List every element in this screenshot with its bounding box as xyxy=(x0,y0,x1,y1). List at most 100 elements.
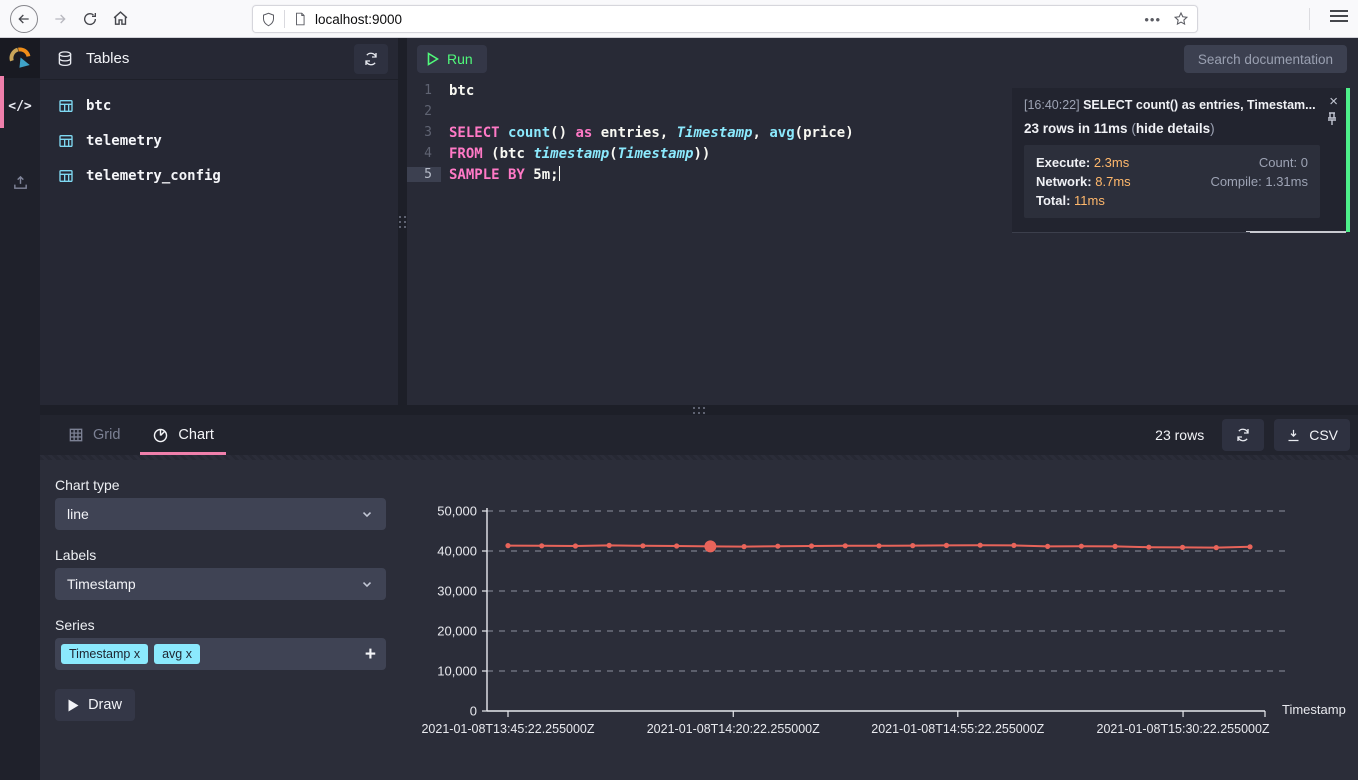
questdb-logo[interactable] xyxy=(0,38,40,78)
csv-label: CSV xyxy=(1309,427,1338,443)
tables-refresh-button[interactable] xyxy=(354,44,388,74)
draw-chart-button[interactable]: Draw xyxy=(55,689,135,721)
table-name: telemetry xyxy=(86,133,162,149)
table-list: btc telemetry telemetry_config xyxy=(40,80,398,193)
run-button-label: Run xyxy=(447,51,473,67)
tab-chart[interactable]: Chart xyxy=(148,415,217,455)
line-chart[interactable]: 010,00020,00030,00040,00050,0002021-01-0… xyxy=(420,503,1358,763)
play-icon xyxy=(427,52,439,66)
tab-grid[interactable]: Grid xyxy=(64,415,124,455)
panel-resize-handle-horizontal[interactable] xyxy=(40,405,1358,415)
divider xyxy=(284,10,285,28)
series-field[interactable]: Timestamp x avg x + xyxy=(55,638,386,670)
compile-label: Compile: xyxy=(1210,174,1261,189)
notification-pin-button[interactable] xyxy=(1326,112,1338,131)
browser-menu-button[interactable] xyxy=(1330,8,1348,29)
text-cursor xyxy=(559,166,561,181)
table-list-item[interactable]: btc xyxy=(40,88,398,123)
hamburger-icon xyxy=(1330,8,1348,24)
pin-icon xyxy=(1326,112,1338,126)
download-csv-button[interactable]: CSV xyxy=(1274,419,1350,451)
code-text: FROM (btc timestamp(Timestamp)) xyxy=(441,146,710,162)
notification-close-button[interactable]: × xyxy=(1329,94,1338,109)
labels-select[interactable]: Timestamp xyxy=(55,568,386,600)
table-name: btc xyxy=(86,98,111,114)
tab-grid-label: Grid xyxy=(93,427,120,443)
shield-icon[interactable] xyxy=(261,12,276,27)
svg-text:30,000: 30,000 xyxy=(437,584,477,599)
download-icon xyxy=(1286,428,1301,443)
drag-dots-icon xyxy=(399,216,406,228)
labels-value: Timestamp xyxy=(67,576,136,592)
execute-value: 2.3ms xyxy=(1094,155,1129,170)
network-value: 8.7ms xyxy=(1095,174,1130,189)
notification-summary: 23 rows in 11ms (hide details) xyxy=(1024,121,1320,136)
table-list-item[interactable]: telemetry xyxy=(40,123,398,158)
questdb-logo-icon xyxy=(7,45,33,71)
table-list-item[interactable]: telemetry_config xyxy=(40,158,398,193)
series-tag[interactable]: Timestamp x xyxy=(61,644,148,664)
url-bar[interactable]: localhost:9000 ••• xyxy=(252,5,1198,33)
svg-text:Timestamp: Timestamp xyxy=(1282,702,1346,717)
svg-text:2021-01-08T14:20:22.255000Z: 2021-01-08T14:20:22.255000Z xyxy=(647,722,820,736)
labels-label: Labels xyxy=(55,547,96,563)
browser-forward-button[interactable] xyxy=(52,11,68,27)
panel-resize-handle-vertical[interactable] xyxy=(398,38,407,405)
series-tags: Timestamp x avg x xyxy=(61,644,200,664)
notification-timestamp: [16:40:22] xyxy=(1024,98,1080,112)
paren: ) xyxy=(1210,121,1215,136)
pie-chart-icon xyxy=(152,427,169,444)
url-text[interactable]: localhost:9000 xyxy=(315,12,1144,27)
chart-type-label: Chart type xyxy=(55,477,120,493)
row-time-summary: 23 rows in 11ms xyxy=(1024,121,1128,136)
execute-label: Execute: xyxy=(1036,155,1090,170)
drag-dots-icon xyxy=(693,407,705,414)
table-icon xyxy=(58,133,74,149)
row-count-label: 23 rows xyxy=(1155,427,1204,443)
activity-bar: </> xyxy=(0,38,40,780)
browser-reload-button[interactable] xyxy=(82,11,98,27)
chevron-down-icon xyxy=(360,577,374,591)
browser-home-button[interactable] xyxy=(112,10,129,27)
divider xyxy=(1309,8,1310,30)
database-icon xyxy=(56,50,74,68)
svg-text:10,000: 10,000 xyxy=(437,664,477,679)
page-actions-icon[interactable]: ••• xyxy=(1144,12,1161,27)
total-label: Total: xyxy=(1036,193,1070,208)
bookmark-star-icon[interactable] xyxy=(1173,11,1189,27)
line-number: 3 xyxy=(407,125,441,140)
tab-chart-label: Chart xyxy=(178,427,213,443)
back-arrow-icon xyxy=(16,11,32,27)
hide-details-link[interactable]: hide details xyxy=(1136,121,1210,136)
import-nav-button[interactable] xyxy=(0,166,40,198)
series-label: Series xyxy=(55,617,95,633)
svg-text:40,000: 40,000 xyxy=(437,544,477,559)
query-notification-panel: [16:40:22] SELECT count() as entries, Ti… xyxy=(1012,88,1350,232)
chart-type-value: line xyxy=(67,506,89,522)
tables-header: Tables xyxy=(40,38,398,80)
upload-icon xyxy=(12,174,29,191)
search-documentation-button[interactable]: Search documentation xyxy=(1184,45,1347,73)
network-label: Network: xyxy=(1036,174,1092,189)
sql-editor-nav-button[interactable]: </> xyxy=(0,90,40,122)
count-label: Count: xyxy=(1259,155,1297,170)
grid-icon xyxy=(68,427,84,443)
table-name: telemetry_config xyxy=(86,168,221,184)
chart-type-select[interactable]: line xyxy=(55,498,386,530)
svg-text:50,000: 50,000 xyxy=(437,504,477,519)
line-number: 5 xyxy=(407,167,441,182)
svg-text:2021-01-08T14:55:22.255000Z: 2021-01-08T14:55:22.255000Z xyxy=(871,722,1044,736)
count-value: 0 xyxy=(1301,155,1308,170)
browser-back-button[interactable] xyxy=(10,5,38,33)
run-query-button[interactable]: Run xyxy=(417,45,487,73)
series-tag[interactable]: avg x xyxy=(154,644,200,664)
add-series-button[interactable]: + xyxy=(365,645,376,664)
table-icon xyxy=(58,98,74,114)
line-number: 2 xyxy=(407,104,441,119)
play-icon xyxy=(68,699,79,712)
total-value: 11ms xyxy=(1074,193,1105,208)
query-timing-details: Execute: 2.3ms Network: 8.7ms Total: 11m… xyxy=(1024,145,1320,218)
code-icon: </> xyxy=(8,99,31,114)
code-text: SAMPLE BY 5m; xyxy=(441,166,560,183)
results-refresh-button[interactable] xyxy=(1222,419,1264,451)
